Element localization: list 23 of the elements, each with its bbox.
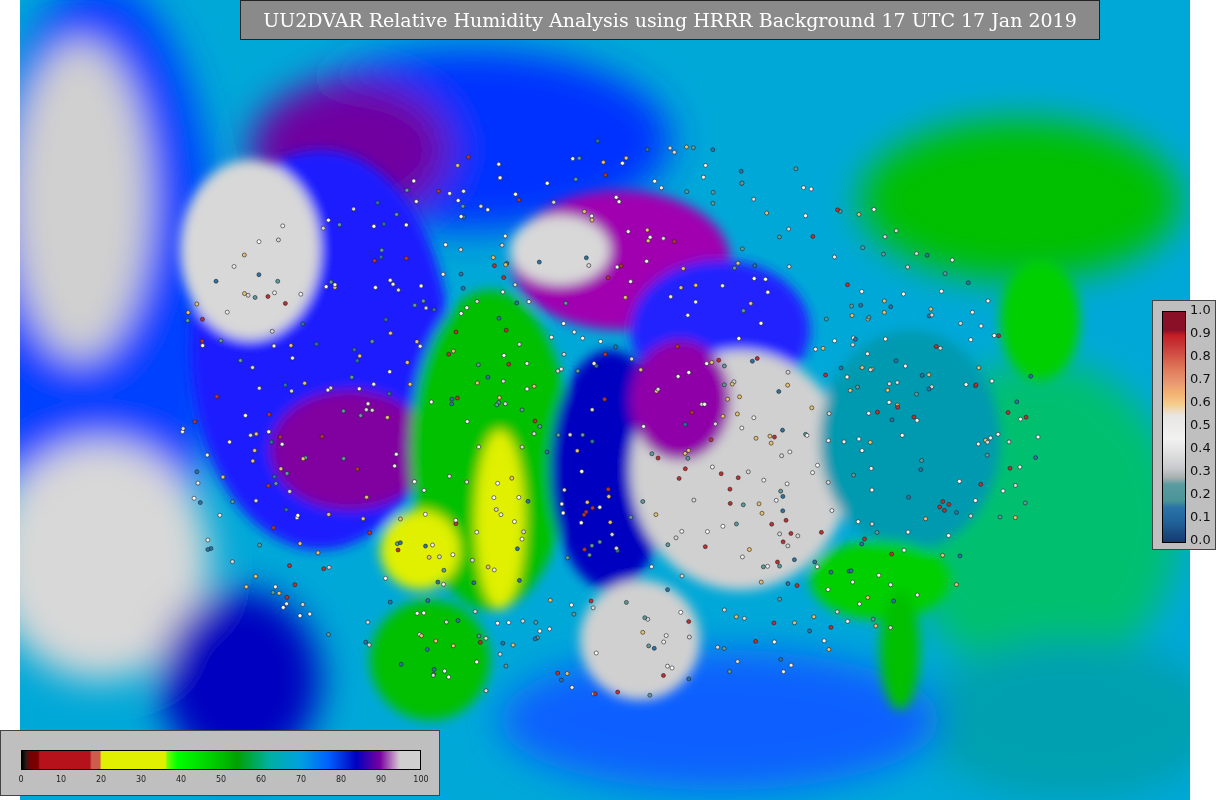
colorbar-tick-label: 40 — [174, 775, 188, 784]
colorbar-tick-label: 30 — [134, 775, 148, 784]
colorbar-tick-label: 70 — [294, 775, 308, 784]
colorbar-tick-label: 0.0 — [1190, 533, 1211, 547]
colorbar-tick-label: 0.3 — [1190, 464, 1211, 478]
colorbar-tick-label: 0.9 — [1190, 326, 1211, 340]
colorbar-tick-label: 0.1 — [1190, 510, 1211, 524]
colorbar-tick-label: 80 — [334, 775, 348, 784]
colorbar-tick-label: 0.6 — [1190, 395, 1211, 409]
colorbar-tick-label: 0.5 — [1190, 418, 1211, 432]
colorbar-tick-label: 0.2 — [1190, 487, 1211, 501]
map-title: UU2DVAR Relative Humidity Analysis using HRRR Background 17 UTC 17 Jan 2019 — [240, 0, 1100, 40]
colorbar-tick-label: 20 — [94, 775, 108, 784]
colorbar-tick-label: 10 — [54, 775, 68, 784]
colorbar-tick-label: 0.4 — [1190, 441, 1211, 455]
colorbar-tick-label: 0 — [17, 775, 25, 784]
colorbar-tick-label: 60 — [254, 775, 268, 784]
colorbar-tick-label: 100 — [412, 775, 430, 784]
colorbar-tick-label: 0.7 — [1190, 372, 1211, 386]
colorbar-tick-label: 0.8 — [1190, 349, 1211, 363]
colorbar-tick-label: 50 — [214, 775, 228, 784]
colorbar-tick-label: 1.0 — [1190, 303, 1211, 317]
colorbar-tick-label: 90 — [374, 775, 388, 784]
